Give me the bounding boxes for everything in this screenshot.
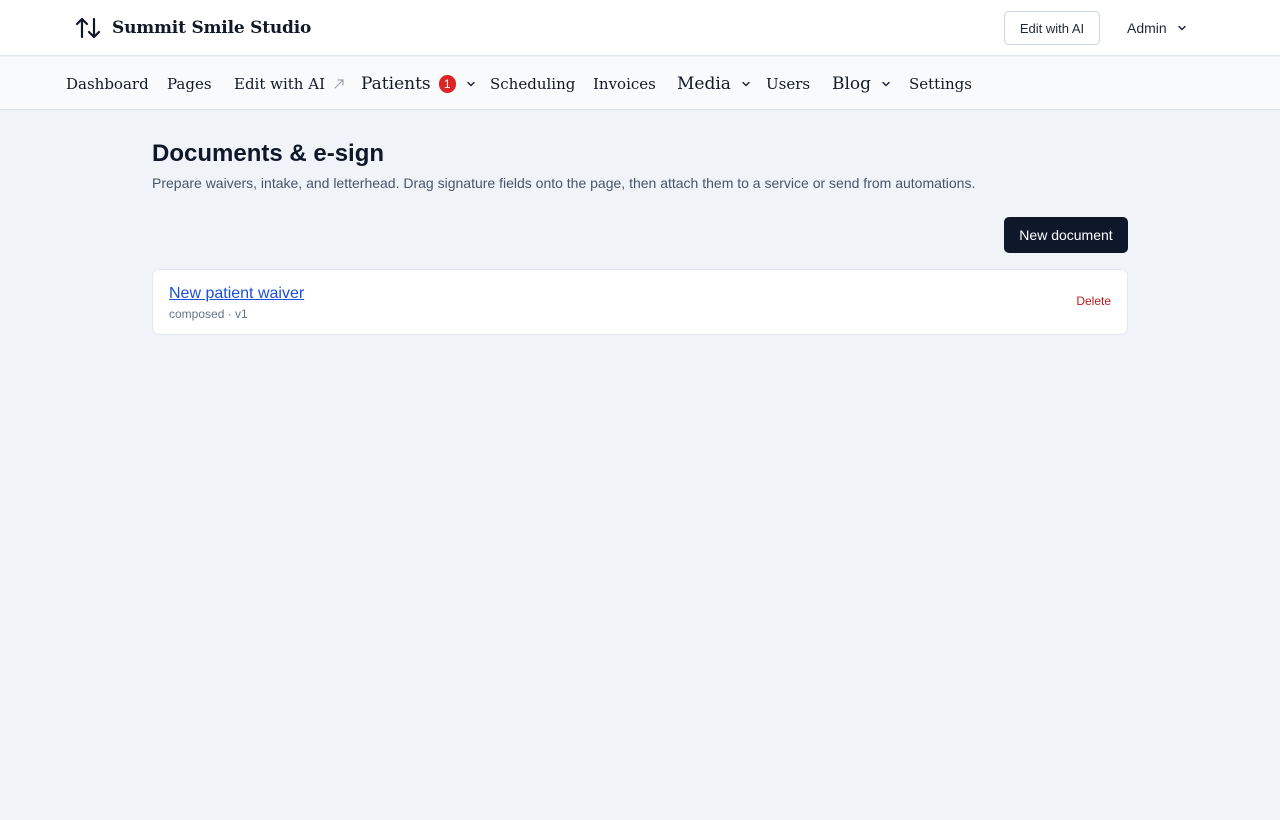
nav-item-settings[interactable]: Settings bbox=[909, 57, 972, 110]
document-card: New patient waiver composed · v1 Delete bbox=[152, 269, 1128, 335]
nav-item-blog[interactable]: Blog bbox=[832, 57, 891, 110]
chevron-down-icon bbox=[882, 81, 890, 86]
nav-item-pages[interactable]: Pages bbox=[167, 57, 212, 110]
nav-item-label: Patients bbox=[361, 73, 431, 94]
admin-label: Admin bbox=[1127, 20, 1167, 36]
nav-item-scheduling[interactable]: Scheduling bbox=[490, 57, 575, 110]
nav-item-label: Media bbox=[677, 73, 731, 94]
brand-name: Summit Smile Studio bbox=[112, 18, 312, 38]
top-bar: Summit Smile Studio Edit with AI Admin bbox=[0, 0, 1280, 56]
nav-item-label: Scheduling bbox=[490, 74, 576, 93]
nav-item-dashboard[interactable]: Dashboard bbox=[66, 57, 149, 110]
nav-item-users[interactable]: Users bbox=[766, 57, 810, 110]
chevron-down-icon bbox=[1177, 25, 1186, 31]
nav-item-label: Blog bbox=[832, 73, 872, 94]
nav-item-label: Edit with AI bbox=[234, 74, 325, 93]
document-title-link[interactable]: New patient waiver bbox=[169, 285, 304, 303]
brand[interactable]: Summit Smile Studio bbox=[74, 14, 311, 42]
nav-item-edit-with-ai[interactable]: Edit with AI bbox=[234, 57, 345, 110]
nav-item-patients[interactable]: Patients 1 bbox=[361, 57, 476, 110]
chevron-down-icon bbox=[466, 81, 475, 86]
nav-item-label: Dashboard bbox=[66, 74, 149, 93]
nav-item-label: Settings bbox=[909, 74, 972, 93]
external-arrow-icon bbox=[334, 78, 344, 89]
patients-count-badge: 1 bbox=[438, 74, 456, 93]
page-title: Documents & e-sign bbox=[152, 140, 385, 167]
nav-item-invoices[interactable]: Invoices bbox=[593, 57, 656, 110]
new-document-button[interactable]: New document bbox=[1004, 217, 1128, 253]
admin-menu[interactable]: Admin bbox=[1127, 11, 1187, 45]
edit-with-ai-button[interactable]: Edit with AI bbox=[1004, 11, 1100, 45]
nav-item-label: Pages bbox=[167, 74, 212, 93]
page-description: Prepare waivers, intake, and letterhead.… bbox=[152, 175, 976, 191]
delete-document-button[interactable]: Delete bbox=[1076, 294, 1111, 308]
nav-item-label: Invoices bbox=[593, 74, 656, 93]
main-nav: Dashboard Pages Edit with AI Patients 1 … bbox=[0, 57, 1280, 110]
chevron-down-icon bbox=[742, 81, 750, 86]
nav-item-label: Users bbox=[766, 74, 811, 93]
arrows-up-down-icon bbox=[75, 17, 101, 39]
nav-item-media[interactable]: Media bbox=[677, 57, 751, 110]
document-meta: composed · v1 bbox=[169, 307, 248, 321]
